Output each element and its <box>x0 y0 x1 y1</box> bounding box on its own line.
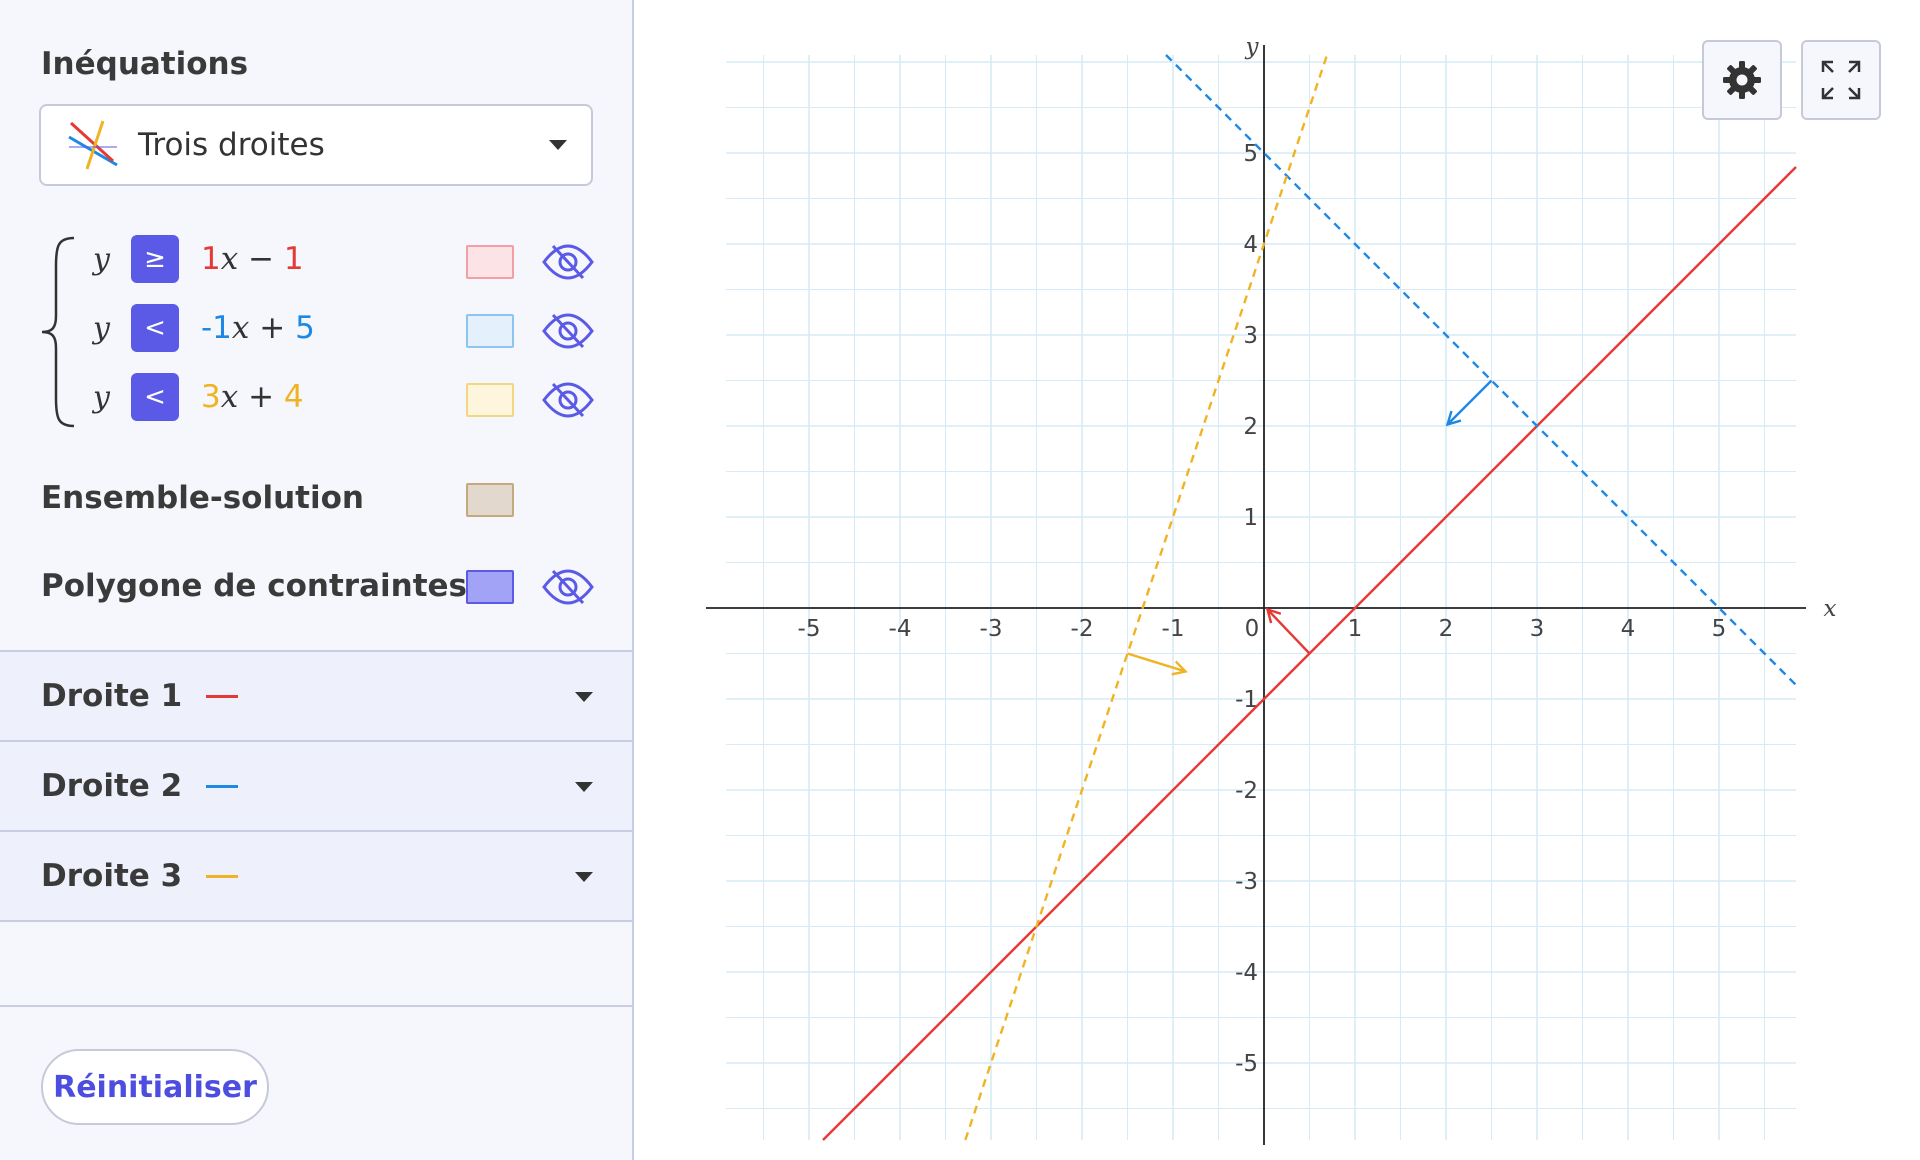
coefficient[interactable]: 3 <box>201 379 221 415</box>
line-color-indicator <box>206 694 239 698</box>
solution-set-swatch[interactable] <box>466 483 514 517</box>
y-variable: y <box>93 310 110 346</box>
x-tick-label: 1 <box>1348 616 1363 642</box>
line-droite-2 <box>1165 54 1797 686</box>
coefficient[interactable]: 1 <box>201 241 221 277</box>
reset-button[interactable]: Réinitialiser <box>41 1049 269 1125</box>
coordinate-plane[interactable]: xy-5 -4 -3 -2 -1 0 1 2 3 4 554321-1-2-3-4-5 <box>636 0 1920 1160</box>
x-tick-label: -1 <box>1162 616 1185 642</box>
inequality-row-2: y < -1x + 5 <box>93 304 603 352</box>
x-variable: x <box>220 379 239 415</box>
three-lines-icon <box>68 120 118 170</box>
chevron-down-icon <box>575 872 593 882</box>
y-variable: y <box>93 379 110 415</box>
section-title: Inéquations <box>41 46 249 82</box>
droite-1-accordion[interactable]: Droite 1 <box>0 650 632 740</box>
y-tick-label: 4 <box>1243 232 1258 258</box>
expression-2[interactable]: -1x + 5 <box>201 310 461 346</box>
settings-button[interactable] <box>1702 40 1782 120</box>
chevron-down-icon <box>549 140 567 150</box>
gear-icon <box>1723 61 1761 99</box>
x-tick-label: 0 <box>1245 616 1260 642</box>
sign: + <box>249 310 296 346</box>
polygon-label: Polygone de contraintes <box>41 568 467 604</box>
line-droite-3 <box>964 54 1329 1141</box>
y-tick-label: -5 <box>1235 1051 1258 1077</box>
solution-set-label: Ensemble-solution <box>41 480 364 516</box>
sidebar: Inéquations Trois droites y ≥ 1x − 1 y <… <box>0 0 634 1160</box>
expand-icon <box>1821 60 1861 100</box>
coefficient[interactable]: -1 <box>201 310 232 346</box>
droite-2-accordion[interactable]: Droite 2 <box>0 740 632 830</box>
x-variable: x <box>220 241 239 277</box>
constant[interactable]: 1 <box>284 241 304 277</box>
sign: + <box>238 379 284 415</box>
operator-button-1[interactable]: ≥ <box>131 235 179 283</box>
x-tick-label: -3 <box>980 616 1003 642</box>
inequality-row-3: y < 3x + 4 <box>93 373 603 421</box>
color-swatch-3[interactable] <box>466 383 514 417</box>
eye-off-icon[interactable] <box>541 311 595 351</box>
expression-1[interactable]: 1x − 1 <box>201 241 461 277</box>
x-tick-label: -5 <box>798 616 821 642</box>
droite-label: Droite 2 <box>41 768 183 804</box>
x-tick-label: 5 <box>1712 616 1727 642</box>
chevron-down-icon <box>575 692 593 702</box>
divider <box>0 1005 632 1007</box>
y-tick-label: -2 <box>1235 778 1258 804</box>
constant[interactable]: 5 <box>295 310 315 346</box>
operator-button-2[interactable]: < <box>131 304 179 352</box>
line-color-indicator <box>206 874 239 878</box>
line-color-indicator <box>206 784 239 788</box>
preset-label: Trois droites <box>138 127 325 163</box>
droite-label: Droite 3 <box>41 858 183 894</box>
inequality-row-1: y ≥ 1x − 1 <box>93 235 603 283</box>
preset-dropdown[interactable]: Trois droites <box>39 104 593 186</box>
y-tick-label: 2 <box>1243 414 1258 440</box>
droite-label: Droite 1 <box>41 678 183 714</box>
color-swatch-1[interactable] <box>466 245 514 279</box>
y-tick-label: 3 <box>1243 323 1258 349</box>
eye-off-icon[interactable] <box>541 242 595 282</box>
direction-arrow-2 <box>1446 379 1493 426</box>
expression-3[interactable]: 3x + 4 <box>201 379 461 415</box>
droite-3-accordion[interactable]: Droite 3 <box>0 830 632 922</box>
x-axis-label: x <box>1824 596 1837 622</box>
polygon-swatch[interactable] <box>466 570 514 604</box>
y-axis-label: y <box>1245 34 1260 60</box>
x-tick-label: 3 <box>1530 616 1545 642</box>
graph-area[interactable]: x y -5 -4 -3 -2 -1 0 1 2 3 4 5 5 4 3 2 1 -1 -2 -3 -4 -5 <box>636 0 1920 1160</box>
color-swatch-2[interactable] <box>466 314 514 348</box>
fullscreen-button[interactable] <box>1801 40 1881 120</box>
constant[interactable]: 4 <box>284 379 304 415</box>
brace-icon <box>41 236 75 428</box>
x-tick-label: -4 <box>889 616 912 642</box>
eye-off-icon[interactable] <box>541 380 595 420</box>
y-tick-label: -4 <box>1235 960 1258 986</box>
sign: − <box>238 241 284 277</box>
chevron-down-icon <box>575 782 593 792</box>
y-tick-label: -3 <box>1235 869 1258 895</box>
x-tick-label: 2 <box>1439 616 1454 642</box>
direction-arrow-1 <box>1266 608 1311 655</box>
x-variable: x <box>231 310 250 346</box>
x-tick-label: 4 <box>1621 616 1636 642</box>
operator-button-3[interactable]: < <box>131 373 179 421</box>
eye-off-icon[interactable] <box>541 567 595 607</box>
y-tick-label: 1 <box>1243 505 1258 531</box>
x-tick-label: -2 <box>1071 616 1094 642</box>
y-variable: y <box>93 241 110 277</box>
